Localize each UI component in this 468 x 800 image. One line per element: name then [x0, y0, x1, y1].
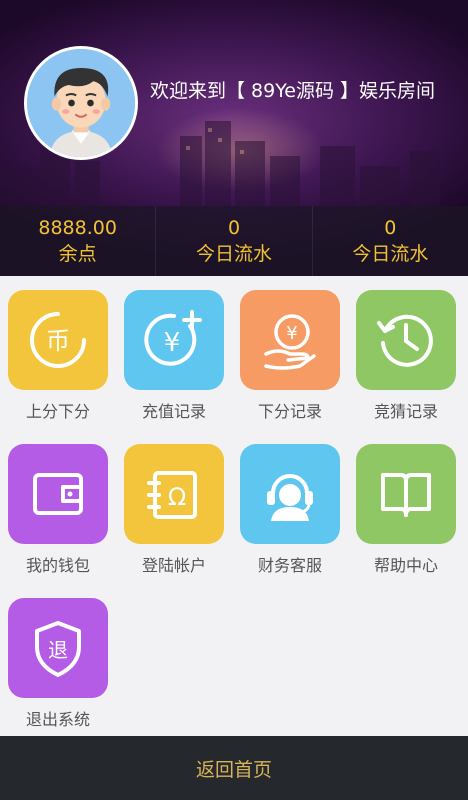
menu-label: 竞猜记录 [373, 402, 438, 421]
menu-item-deposit-withdraw[interactable]: 币 上分下分 [0, 290, 116, 422]
menu-label: 财务客服 [257, 556, 322, 575]
headset-icon [267, 474, 313, 521]
stat-today-flow: 0 今日流水 [156, 206, 313, 276]
svg-text:¥: ¥ [286, 323, 297, 344]
menu-tile[interactable]: ¥ [124, 290, 224, 390]
menu-tile[interactable]: Ω [124, 444, 224, 544]
menu-item-help-center[interactable]: 帮助中心 [348, 444, 464, 576]
stats-bar: 8888.00 余点 0 今日流水 0 今日流水 [0, 206, 468, 276]
menu-tile[interactable]: 退 [8, 598, 108, 698]
header-banner: 欢迎来到【 89Ye源码 】娱乐房间 8888.00 余点 0 今日流水 0 今… [0, 0, 468, 276]
wallet-icon [33, 473, 83, 515]
yen-plus-icon: ¥ [144, 310, 202, 366]
menu-tile[interactable] [356, 290, 456, 390]
menu-item-my-wallet[interactable]: 我的钱包 [0, 444, 116, 576]
menu-label: 帮助中心 [373, 556, 438, 575]
svg-text:Ω: Ω [168, 483, 186, 511]
menu-grid: 币 上分下分 ¥ 充值记录 ¥ 下分记录 竞猜记录 我的钱包 Ω 登陆帐户 财务… [0, 276, 468, 736]
menu-tile[interactable] [240, 444, 340, 544]
stat-value: 0 [227, 217, 241, 239]
logout-shield-icon: 退 [35, 621, 81, 677]
avatar-boy-icon [27, 49, 135, 157]
stat-balance: 8888.00 余点 [0, 206, 157, 276]
stat-value: 8888.00 [38, 217, 117, 239]
avatar[interactable] [24, 46, 138, 160]
menu-tile[interactable]: ¥ [240, 290, 340, 390]
menu-tile[interactable] [8, 444, 108, 544]
menu-item-bet-records[interactable]: 竞猜记录 [348, 290, 464, 422]
clock-history-icon [377, 314, 433, 367]
menu-item-finance-service[interactable]: 财务客服 [232, 444, 348, 576]
coin-icon: 币 [30, 312, 86, 368]
svg-text:¥: ¥ [164, 328, 181, 358]
back-home-button[interactable]: 返回首页 [196, 755, 272, 782]
welcome-text: 欢迎来到【 89Ye源码 】娱乐房间 [150, 80, 436, 102]
menu-item-recharge-records[interactable]: ¥ 充值记录 [116, 290, 232, 422]
account-icon: Ω [147, 471, 197, 519]
stat-label: 今日流水 [195, 243, 272, 265]
menu-label: 我的钱包 [25, 556, 90, 575]
stat-label: 今日流水 [352, 243, 429, 265]
yen-hand-icon: ¥ [264, 314, 316, 370]
footer-bar: 返回首页 [0, 736, 468, 800]
svg-text:退: 退 [48, 638, 68, 662]
menu-tile[interactable]: 币 [8, 290, 108, 390]
book-icon [381, 473, 431, 517]
menu-label: 下分记录 [257, 402, 322, 421]
menu-label: 登陆帐户 [141, 556, 206, 575]
menu-item-logout[interactable]: 退 退出系统 [0, 598, 116, 730]
svg-text:币: 币 [46, 327, 70, 355]
menu-label: 退出系统 [25, 710, 90, 729]
menu-label: 上分下分 [25, 402, 90, 421]
menu-item-login-account[interactable]: Ω 登陆帐户 [116, 444, 232, 576]
menu-label: 充值记录 [141, 402, 206, 421]
stat-value: 0 [384, 217, 397, 239]
menu-tile[interactable] [356, 444, 456, 544]
stat-today-flow: 0 今日流水 [313, 206, 468, 276]
stat-label: 余点 [58, 243, 97, 265]
menu-item-withdraw-records[interactable]: ¥ 下分记录 [232, 290, 348, 422]
